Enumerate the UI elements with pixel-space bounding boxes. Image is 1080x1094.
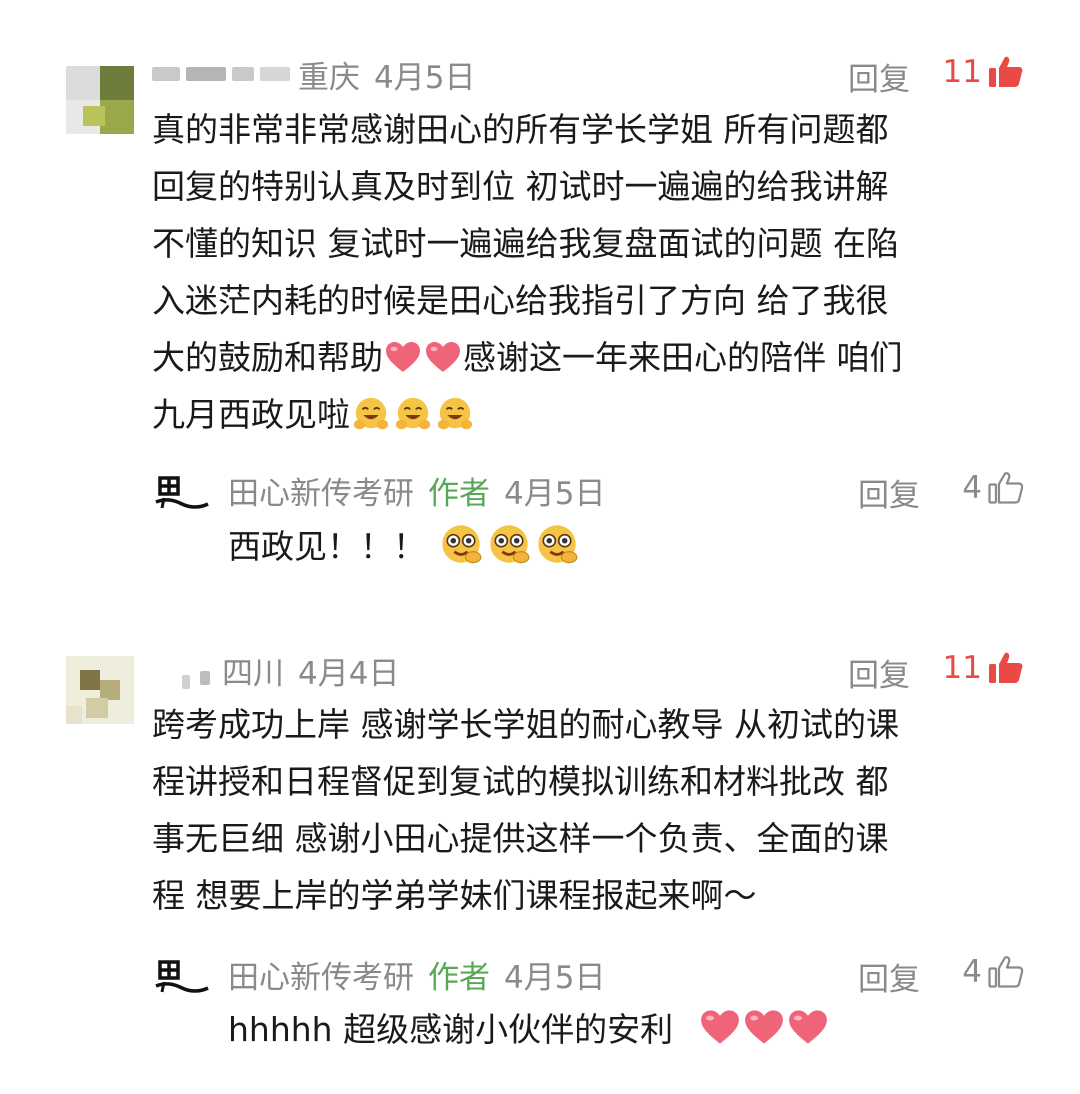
like-button[interactable]: 4 xyxy=(962,470,1024,506)
reply-button[interactable]: 回复 xyxy=(848,54,910,99)
reply-date: 4月5日 xyxy=(504,959,606,996)
text-segment: 感谢这一年来田心的陪伴 咱们 xyxy=(463,338,903,377)
text-line: 回复的特别认真及时到位 初试时一遍遍的给我讲解 xyxy=(152,167,889,206)
lol-emoji-icon xyxy=(441,525,481,564)
text-line: 真的非常非常感谢田心的所有学长学姐 所有问题都 xyxy=(152,110,889,149)
reply-header: 田心新传考研 作者 4月5日 xyxy=(228,466,605,514)
text-line: 程讲授和日程督促到复试的模拟训练和材料批改 都 xyxy=(152,762,889,801)
thumbs-up-filled-icon xyxy=(989,652,1023,683)
reply-header: 田心新传考研 作者 4月5日 xyxy=(228,950,605,998)
lol-emoji-icon xyxy=(489,525,529,564)
thumbs-up-filled-icon xyxy=(989,56,1023,87)
text-line: 大的鼓励和帮助 感谢这一年来田心的陪伴 咱们 xyxy=(152,329,1032,386)
reply-text: 西政见！！！ xyxy=(228,527,426,566)
blurred-username[interactable] xyxy=(152,59,292,89)
author-name[interactable]: 田心新传考研 xyxy=(228,468,414,513)
heart-emoji-icon xyxy=(788,1010,827,1044)
hug-emoji-icon xyxy=(395,397,431,430)
thumbs-up-outline-icon xyxy=(988,956,1024,988)
like-button[interactable]: 4 xyxy=(962,954,1024,990)
text-line: 事无巨细 感谢小田心提供这样一个负责、全面的课 xyxy=(152,819,889,858)
reply-button[interactable]: 回复 xyxy=(858,954,920,999)
text-line: 不懂的知识 复试时一遍遍给我复盘面试的问题 在陷 xyxy=(152,224,899,263)
heart-emoji-icon xyxy=(426,342,460,372)
heart-emoji-icon xyxy=(700,1010,739,1044)
text-line: 入迷茫内耗的时候是田心给我指引了方向 给了我很 xyxy=(152,281,889,320)
like-button[interactable]: 11 xyxy=(943,54,1024,90)
comment-text: 真的非常非常感谢田心的所有学长学姐 所有问题都 回复的特别认真及时到位 初试时一… xyxy=(152,101,1032,443)
avatar[interactable] xyxy=(66,66,134,134)
comment-date: 4月4日 xyxy=(298,655,400,692)
location: 重庆 xyxy=(298,59,360,96)
reply-button[interactable]: 回复 xyxy=(848,650,910,695)
author-badge: 作者 xyxy=(428,475,490,512)
author-logo-icon[interactable] xyxy=(152,468,212,516)
text-segment: 大的鼓励和帮助 xyxy=(152,338,383,377)
comment-date: 4月5日 xyxy=(374,59,476,96)
hug-emoji-icon xyxy=(353,397,389,430)
author-logo-icon[interactable] xyxy=(152,952,212,1000)
location: 四川 xyxy=(222,655,284,692)
heart-emoji-icon xyxy=(744,1010,783,1044)
reply-button[interactable]: 回复 xyxy=(858,470,920,515)
comment-text: 跨考成功上岸 感谢学长学姐的耐心教导 从初试的课 程讲授和日程督促到复试的模拟训… xyxy=(152,696,1042,924)
text-segment: 九月西政见啦 xyxy=(152,395,350,434)
like-button[interactable]: 11 xyxy=(943,650,1024,686)
hug-emoji-icon xyxy=(437,397,473,430)
reply-text: hhhhh 超级感谢小伙伴的安利 xyxy=(228,1010,674,1049)
like-count: 4 xyxy=(962,954,982,990)
text-line: 程 想要上岸的学弟学妹们课程报起来啊～ xyxy=(152,876,757,915)
reply-text-row: 西政见！！！ xyxy=(228,522,581,571)
blurred-username[interactable] xyxy=(152,655,216,689)
like-count: 11 xyxy=(942,650,982,686)
author-name[interactable]: 田心新传考研 xyxy=(228,952,414,997)
lol-emoji-icon xyxy=(537,525,577,564)
thumbs-up-outline-icon xyxy=(988,472,1024,504)
like-count: 4 xyxy=(962,470,982,506)
text-line: 九月西政见啦 xyxy=(152,386,1032,443)
comment-header: 重庆 4月5日 xyxy=(152,50,475,98)
text-line: 跨考成功上岸 感谢学长学姐的耐心教导 从初试的课 xyxy=(152,705,899,744)
like-count: 11 xyxy=(942,54,982,90)
reply-date: 4月5日 xyxy=(504,475,606,512)
comment-header: 四川 4月4日 xyxy=(152,646,399,694)
author-badge: 作者 xyxy=(428,959,490,996)
avatar[interactable] xyxy=(66,656,134,724)
heart-emoji-icon xyxy=(386,342,420,372)
reply-text-row: hhhhh 超级感谢小伙伴的安利 xyxy=(228,1006,830,1054)
